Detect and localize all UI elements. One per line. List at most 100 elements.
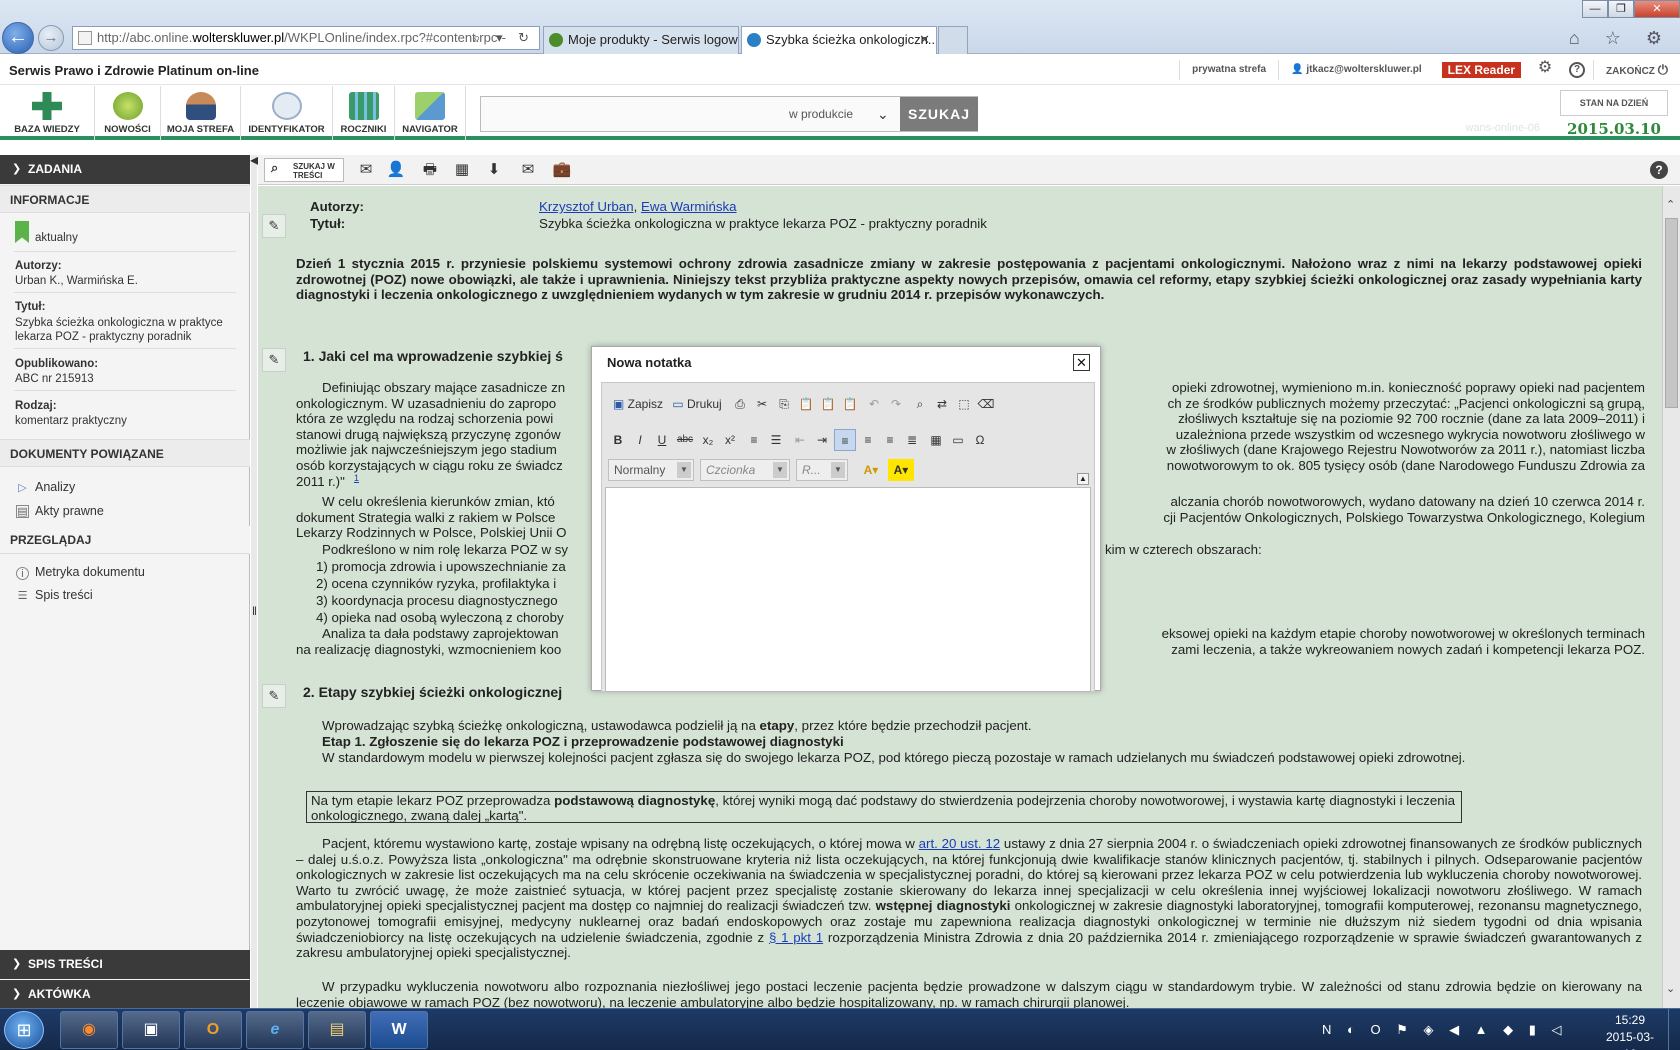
close-window-button[interactable]: ✕ [1634, 0, 1680, 18]
eraser-icon[interactable]: ⌫ [976, 393, 996, 415]
outdent-icon[interactable]: ⇤ [790, 429, 810, 451]
address-bar[interactable]: http://abc.online.wolterskluwer.pl/WKPLO… [72, 26, 540, 50]
replace-icon[interactable]: ⇄ [932, 393, 952, 415]
lync-icon[interactable]: ▣ [122, 1011, 180, 1049]
toolbar-yearbooks[interactable]: ROCZNIKI [333, 86, 395, 140]
author-link[interactable]: Krzysztof Urban [539, 199, 634, 214]
search-button[interactable]: SZUKAJ [900, 97, 978, 131]
bulleted-list-icon[interactable]: ☰ [766, 429, 786, 451]
subscript-icon[interactable]: x₂ [698, 429, 718, 451]
word-export-icon[interactable]: ▦ [450, 158, 474, 182]
undo-icon[interactable]: ↶ [864, 393, 884, 415]
dialog-close-button[interactable]: ✕ [1073, 354, 1090, 371]
clock[interactable]: 15:29 2015-03-10 [1600, 1012, 1660, 1050]
preview-icon[interactable]: ⎙ [730, 393, 750, 415]
copy-icon[interactable]: ⎘ [774, 393, 794, 415]
paste-word-icon[interactable]: 📋 [840, 393, 860, 415]
private-zone-link[interactable]: prywatna strefa [1179, 60, 1278, 80]
numbered-list-icon[interactable]: ≡ [744, 429, 764, 451]
add-note-pen-icon[interactable]: ✎ [262, 214, 286, 238]
back-button[interactable]: ← [2, 22, 34, 54]
annotation-icon[interactable]: ✉ [354, 158, 378, 182]
outlook-icon[interactable]: O [184, 1011, 242, 1049]
toolbar-my-zone[interactable]: MOJA STREFA [161, 86, 241, 140]
sidebar-related-header[interactable]: DOKUMENTY POWIĄZANE [0, 439, 250, 467]
briefcase-add-icon[interactable]: 💼 [550, 158, 574, 182]
add-note-pen-icon[interactable]: ✎ [262, 684, 286, 708]
document-scrollbar[interactable]: ⌃ ⌄ [1662, 186, 1680, 1008]
save-button[interactable]: ▣ Zapisz [608, 393, 668, 415]
sidebar-briefcase-panel[interactable]: ❯ AKTÓWKA [0, 980, 250, 1009]
scroll-down-icon[interactable]: ⌄ [1666, 982, 1675, 995]
tab-moje-produkty[interactable]: Moje produkty - Serwis logow... [543, 26, 739, 54]
tab-close-icon[interactable]: ✕ [919, 27, 930, 53]
show-desktop-button[interactable] [1668, 1009, 1680, 1050]
author-link[interactable]: Ewa Warmińska [641, 199, 737, 214]
cut-icon[interactable]: ✂ [752, 393, 772, 415]
find-icon[interactable]: ⌕ [910, 393, 930, 415]
regulation-link[interactable]: § 1 pkt 1 [769, 930, 823, 945]
special-char-icon[interactable]: Ω [970, 429, 990, 451]
email-icon[interactable]: ✉ [516, 158, 540, 182]
toolbar-identifier[interactable]: IDENTYFIKATOR [241, 86, 333, 140]
system-tray-icons[interactable]: N ◐ O ⚑ ◈ ◀ ▲ ◆ ▮ ◁ [1322, 1022, 1568, 1038]
forward-button[interactable]: → [38, 25, 64, 51]
search-in-content-button[interactable]: ⌕ SZUKAJ W TREŚCI [264, 158, 344, 182]
tab-szybka-sciezka[interactable]: Szybka ścieżka onkologiczn... ✕ [741, 26, 937, 54]
maximize-button[interactable]: ❐ [1608, 0, 1634, 18]
scroll-thumb[interactable] [1665, 218, 1678, 408]
align-left-icon[interactable]: ≡ [834, 429, 856, 451]
underline-icon[interactable]: U [652, 429, 672, 451]
superscript-icon[interactable]: x² [720, 429, 740, 451]
document-metrics-link[interactable]: Metryka dokumentu [35, 565, 145, 579]
note-text-area[interactable] [605, 487, 1091, 692]
table-icon[interactable]: ▦ [926, 429, 946, 451]
lex-reader-button[interactable]: LEX Reader [1441, 62, 1522, 78]
format-select[interactable]: Normalny ▼ [608, 459, 694, 481]
horizontal-line-icon[interactable]: ▭ [948, 429, 968, 451]
collapse-toolbar-icon[interactable]: ▲ [1077, 473, 1089, 485]
italic-icon[interactable]: I [630, 429, 650, 451]
related-acts-link[interactable]: Akty prawne [35, 504, 104, 518]
address-tools-icons[interactable]: ⌕ ▾ ↻ [473, 27, 535, 49]
toolbar-news[interactable]: NOWOŚCI [95, 86, 161, 140]
font-size-select[interactable]: R... ▼ [796, 459, 848, 481]
sidebar-browse-header[interactable]: PRZEGLĄDAJ [0, 526, 250, 554]
user-account-link[interactable]: 👤 jtkacz@wolterskluwer.pl [1278, 60, 1434, 80]
background-color-icon[interactable]: A▾ [888, 459, 914, 481]
help-icon[interactable]: ? [1650, 161, 1668, 179]
paste-icon[interactable]: 📋 [796, 393, 816, 415]
word-icon[interactable]: W [370, 1011, 428, 1049]
print-icon[interactable]: 🖶 [418, 158, 442, 182]
logout-button[interactable]: ZAKOŃCZ ⏻ [1593, 60, 1680, 80]
toolbar-knowledge-base[interactable]: BAZA WIEDZY [0, 86, 95, 140]
minimize-button[interactable]: — [1582, 0, 1608, 18]
sidebar-tasks[interactable]: ❯ ZADANIA [0, 155, 250, 184]
sidebar-toc-panel[interactable]: ❯ SPIS TREŚCI [0, 950, 250, 979]
splitter-grip-icon[interactable]: ‖ [252, 604, 257, 618]
sidebar-info-header[interactable]: INFORMACJE [0, 185, 250, 213]
bold-icon[interactable]: B [608, 429, 628, 451]
align-right-icon[interactable]: ≡ [880, 429, 900, 451]
user-share-icon[interactable]: 👤 [384, 158, 408, 182]
new-tab-button[interactable] [938, 26, 968, 54]
search-input[interactable] [481, 97, 781, 131]
text-color-icon[interactable]: A▾ [858, 459, 884, 481]
download-icon[interactable]: ⬇ [482, 158, 506, 182]
print-button[interactable]: ▭ Drukuj [668, 393, 726, 415]
help-icon[interactable]: ? [1569, 62, 1586, 78]
chevron-down-icon[interactable]: ⌄ [877, 97, 899, 131]
sidebar-splitter[interactable] [251, 155, 257, 1008]
paste-text-icon[interactable]: 📋 [818, 393, 838, 415]
scroll-up-icon[interactable]: ⌃ [1666, 198, 1675, 211]
related-analyses-link[interactable]: Analizy [35, 480, 75, 494]
strikethrough-icon[interactable]: abc [674, 429, 696, 451]
select-all-icon[interactable]: ⬚ [954, 393, 974, 415]
browser-tool-icons[interactable]: ⌂ ☆ ⚙ [1569, 28, 1672, 49]
justify-icon[interactable]: ≣ [902, 429, 922, 451]
explorer-icon[interactable]: ▤ [308, 1011, 366, 1049]
footnote-link[interactable]: 1 [354, 473, 359, 483]
table-of-contents-link[interactable]: Spis treści [35, 588, 93, 602]
ie-icon[interactable]: e [246, 1011, 304, 1049]
search-scope-select[interactable]: w produkcie [789, 97, 879, 131]
